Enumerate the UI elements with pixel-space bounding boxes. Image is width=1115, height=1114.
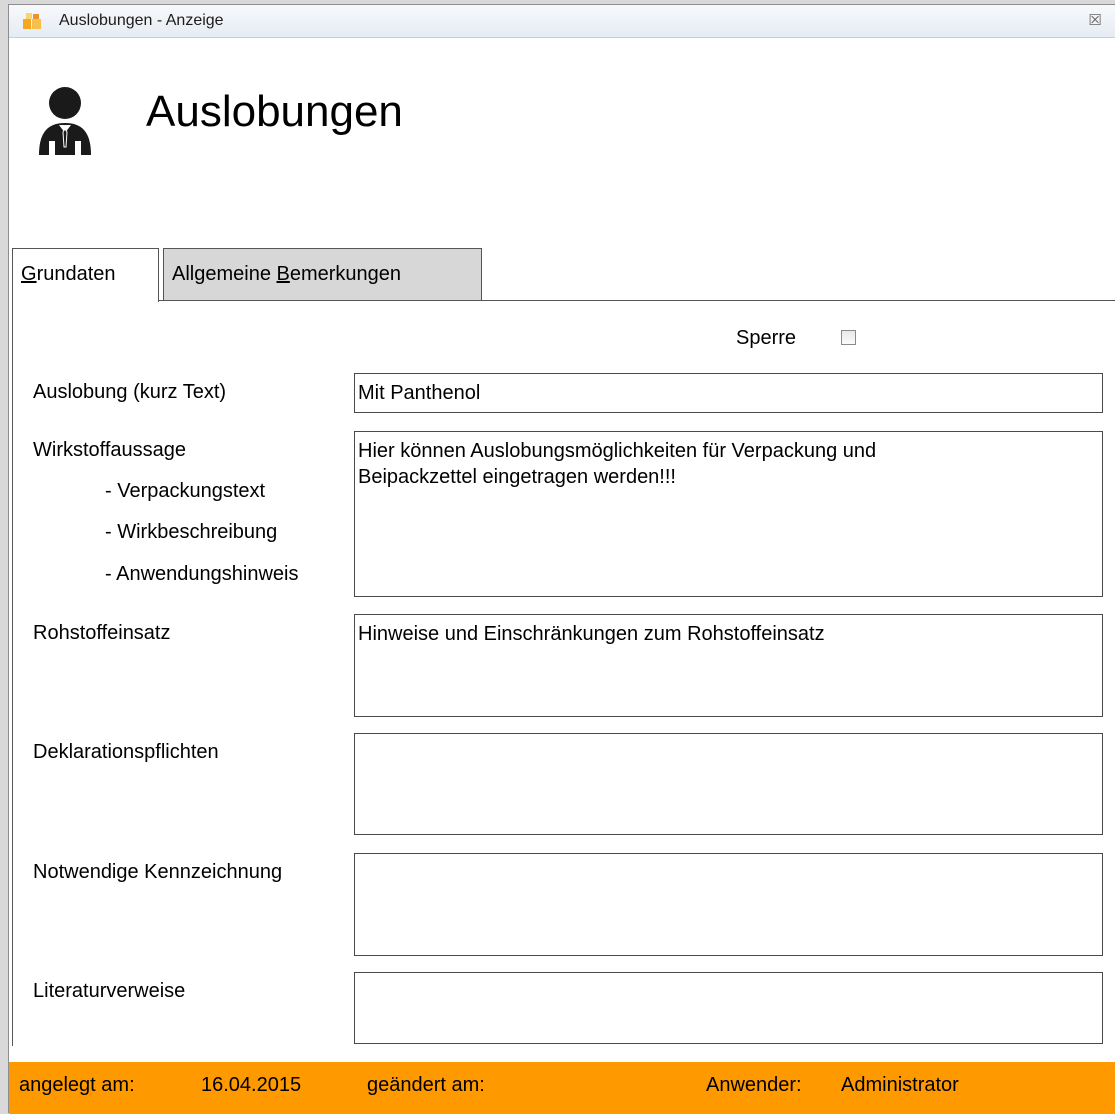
app-icon	[23, 13, 41, 29]
tab-grundaten-accel: G	[21, 263, 37, 285]
user-name: Administrator	[841, 1074, 959, 1096]
user-label: Anwender:	[706, 1074, 802, 1096]
kennzeichnung-field[interactable]	[354, 853, 1103, 956]
rohstoff-label: Rohstoffeinsatz	[33, 622, 171, 644]
literatur-label: Literaturverweise	[33, 980, 186, 1002]
tab-bemerkungen-accel: B	[276, 263, 290, 285]
changed-label: geändert am:	[367, 1074, 485, 1096]
tab-grundaten[interactable]: Grundaten	[12, 248, 159, 302]
created-date: 16.04.2015	[201, 1074, 302, 1096]
sperre-checkbox[interactable]	[841, 330, 856, 345]
panel-border	[12, 300, 13, 1046]
wirkstoff-field[interactable]: Hier können Auslobungsmöglichkeiten für …	[354, 431, 1103, 597]
rohstoff-field[interactable]: Hinweise und Einschränkungen zum Rohstof…	[354, 614, 1103, 717]
title-bar[interactable]: Auslobungen - Anzeige ☒	[9, 5, 1115, 38]
wirkstoff-sub-wirkbeschreibung: - Wirkbeschreibung	[105, 521, 278, 543]
deklaration-label: Deklarationspflichten	[33, 741, 219, 763]
page-title: Auslobungen	[146, 87, 403, 136]
tab-bemerkungen-pre: Allgemeine	[172, 263, 277, 285]
literatur-field[interactable]	[354, 972, 1103, 1044]
status-bar: angelegt am: 16.04.2015 geändert am: Anw…	[9, 1062, 1115, 1114]
kennzeichnung-label: Notwendige Kennzeichnung	[33, 861, 283, 883]
close-icon[interactable]: ☒	[1085, 11, 1105, 31]
window-title: Auslobungen - Anzeige	[59, 12, 224, 29]
sperre-label: Sperre	[736, 327, 797, 349]
deklaration-field[interactable]	[354, 733, 1103, 835]
auslobung-label: Auslobung (kurz Text)	[33, 381, 227, 403]
wirkstoff-label: Wirkstoffaussage	[33, 439, 187, 461]
wirkstoff-sub-anwendungshinweis: - Anwendungshinweis	[105, 563, 299, 585]
dialog-window: Auslobungen - Anzeige ☒ Auslobungen Grun…	[8, 4, 1115, 1114]
tab-divider	[12, 300, 1115, 301]
created-label: angelegt am:	[19, 1074, 135, 1096]
tab-grundaten-rest: rundaten	[36, 263, 116, 285]
auslobung-field[interactable]: Mit Panthenol	[354, 373, 1103, 413]
user-business-icon	[39, 87, 91, 155]
tab-bemerkungen-rest: emerkungen	[289, 263, 402, 285]
wirkstoff-sub-verpackungstext: - Verpackungstext	[105, 480, 266, 502]
tab-allgemeine-bemerkungen[interactable]: Allgemeine Bemerkungen	[163, 248, 482, 300]
